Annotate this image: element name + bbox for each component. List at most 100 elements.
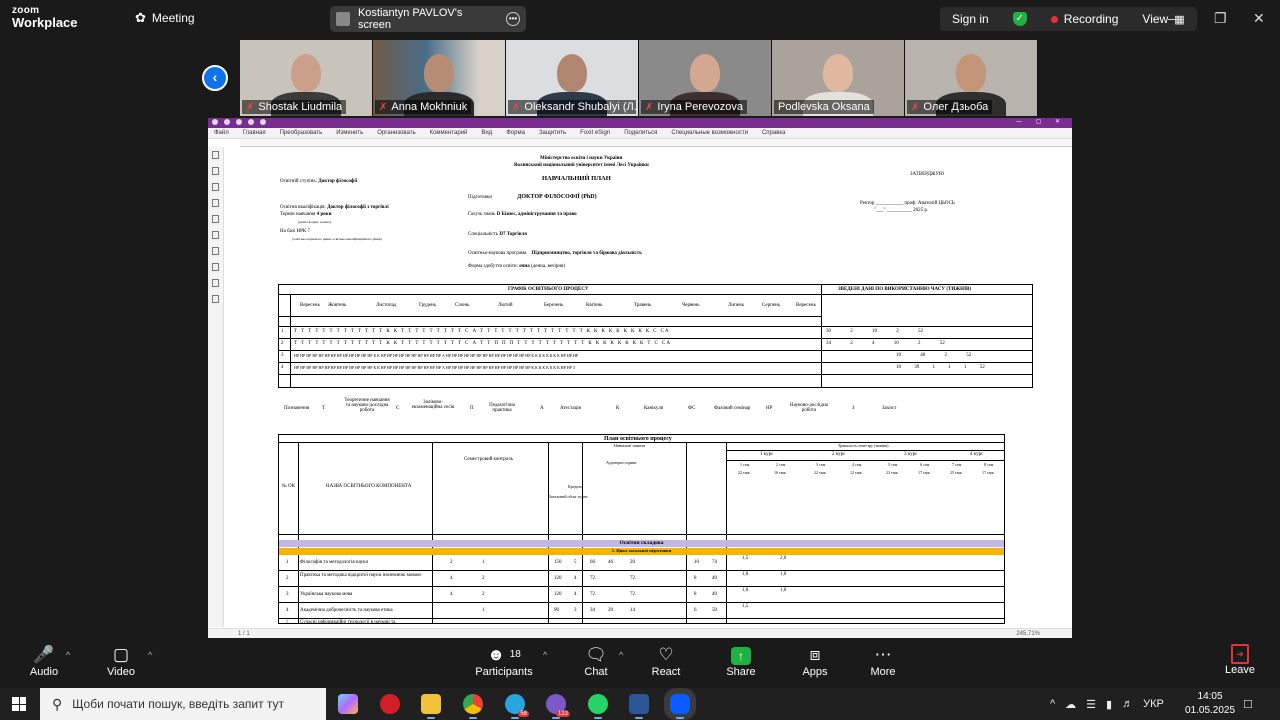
tray-overflow-icon[interactable]: ^ [1050, 698, 1055, 710]
chrome-icon[interactable] [463, 694, 483, 719]
menu-item[interactable]: Форма [506, 130, 525, 136]
zoom-app-icon[interactable] [670, 694, 690, 719]
close-icon[interactable]: ✕ [1253, 10, 1265, 27]
summary-value: 52 [918, 329, 923, 334]
copilot-icon[interactable] [338, 694, 358, 714]
taskbar-search[interactable]: ⚲ Щоби почати пошук, введіть запит тут [40, 688, 326, 720]
search-icon[interactable] [212, 247, 219, 255]
viber-badge: 123 [555, 711, 570, 717]
page-thumbnails-icon[interactable] [212, 167, 219, 175]
copy-icon[interactable] [212, 295, 219, 303]
signature-icon[interactable] [212, 279, 219, 287]
menu-item[interactable]: Комментарий [430, 130, 468, 136]
window-controls[interactable]: — ▢ ✕ [1016, 118, 1066, 125]
viber-icon[interactable]: 123 [546, 694, 570, 719]
apps-button[interactable]: ⧈ Apps [785, 644, 845, 678]
bookmark-icon[interactable] [212, 151, 219, 159]
layers-icon[interactable] [212, 215, 219, 223]
zoom-level[interactable]: 245,71% [1016, 631, 1040, 637]
telegram-icon[interactable]: 58 [505, 694, 529, 719]
share-button[interactable]: ↑ Share [711, 644, 771, 678]
attachments-icon[interactable] [212, 199, 219, 207]
video-camera-icon: ▢ [112, 645, 130, 664]
taskbar-clock[interactable]: 14:05 01.05.2025 [1185, 690, 1235, 718]
video-button[interactable]: ▢ Video [91, 644, 151, 678]
menu-item[interactable]: Организовать [377, 130, 415, 136]
participant-tile[interactable]: Podlevska Oksana [772, 40, 905, 116]
summary-value: 39 [914, 365, 920, 370]
audio-options-chevron-icon[interactable]: ^ [66, 650, 70, 660]
menu-item[interactable]: Поделиться [624, 130, 657, 136]
leave-button[interactable]: ➜ Leave [1220, 644, 1260, 676]
month-label: Квітень [586, 303, 603, 308]
menu-item[interactable]: Справка [762, 130, 786, 136]
sign-in-button[interactable]: Sign in [940, 7, 1001, 31]
heart-icon: ♡ [658, 645, 674, 664]
menu-item[interactable]: Вид [481, 130, 492, 136]
participant-tile[interactable]: ✗ Shostak Liudmila [240, 40, 373, 116]
weeks-head: 16 тиж. [774, 470, 787, 475]
more-label: More [870, 666, 896, 678]
chat-options-chevron-icon[interactable]: ^ [619, 650, 623, 660]
link-icon[interactable] [212, 231, 219, 239]
restore-icon[interactable]: ❐ [1214, 10, 1227, 27]
plan-row-name: Українська наукова мова [300, 592, 353, 597]
summary-value: 2 [896, 329, 899, 334]
summary-value: 52 [979, 365, 985, 370]
participants-options-chevron-icon[interactable]: ^ [543, 650, 547, 660]
more-button[interactable]: ⋯ More [853, 644, 913, 678]
view-button[interactable]: View ▦ [1130, 7, 1196, 31]
page-indicator[interactable]: 1 / 1 [238, 631, 250, 637]
video-options-chevron-icon[interactable]: ^ [148, 650, 152, 660]
zoom-logo: zoom Workplace [12, 6, 78, 30]
participant-name: Oleksandr Shubalyi (Л... [524, 101, 636, 113]
wifi-icon[interactable]: ☰ [1086, 698, 1096, 711]
schedule-table [278, 284, 1033, 388]
plan-row-self: 40 [712, 592, 717, 597]
search-icon: ⚲ [52, 695, 63, 712]
meeting-tab[interactable]: ✿ Meeting [135, 10, 195, 26]
plan-row-credits: 3 [574, 608, 577, 613]
file-explorer-icon[interactable] [421, 694, 441, 719]
month-label: Лютий [498, 303, 513, 308]
participants-button[interactable]: ☻ 18 Participants [472, 644, 536, 678]
legend-code: П [470, 406, 474, 411]
recording-indicator[interactable]: Recording [1039, 7, 1131, 31]
menu-item[interactable]: Foxit eSign [580, 130, 610, 136]
menu-item[interactable]: Преобразовать [280, 130, 323, 136]
comments-icon[interactable] [212, 183, 219, 191]
menu-item[interactable]: Защитить [539, 130, 566, 136]
menu-item[interactable]: Главная [243, 130, 266, 136]
screen-share-pill[interactable]: Kostiantyn PAVLOV's screen ••• [330, 6, 526, 32]
language-indicator[interactable]: УКР [1143, 698, 1164, 710]
participant-tile[interactable]: ✗ Олег Дзьоба [905, 40, 1038, 116]
more-options-icon[interactable]: ••• [506, 12, 520, 26]
security-shield[interactable]: ✓ [1001, 7, 1039, 31]
minimize-icon[interactable]: — [1168, 10, 1182, 26]
security-icon[interactable] [212, 263, 219, 271]
participant-tile[interactable]: ✗ Anna Mokhniuk [373, 40, 506, 116]
windows-start-icon[interactable] [12, 697, 26, 711]
previous-page-button[interactable]: ‹ [202, 65, 228, 91]
menu-item[interactable]: Специальные возможности [671, 130, 748, 136]
quick-access-toolbar[interactable] [212, 119, 266, 125]
participant-tile[interactable]: ✗ Iryna Perevozova [639, 40, 772, 116]
clock-date: 01.05.2025 [1185, 705, 1236, 716]
volume-icon[interactable]: ♬ [1122, 698, 1133, 710]
notifications-icon[interactable]: □ [1244, 696, 1252, 711]
opera-icon[interactable] [380, 694, 400, 714]
word-icon[interactable] [629, 694, 649, 719]
network-icon[interactable]: ☁ [1065, 698, 1076, 711]
participant-tile[interactable]: ✗ Oleksandr Shubalyi (Л... [506, 40, 639, 116]
react-button[interactable]: ♡ React [636, 644, 696, 678]
battery-icon[interactable]: ▮ [1106, 698, 1112, 711]
summary-value: 1 [932, 365, 936, 370]
menu-item[interactable]: Файл [214, 130, 229, 136]
whatsapp-icon[interactable] [588, 694, 608, 719]
qualification-value: Доктор філософії з торгівлі [327, 205, 389, 210]
menu-item[interactable]: Изменить [336, 130, 363, 136]
chat-button[interactable]: 🗨 Chat [566, 644, 626, 678]
audio-button[interactable]: 🎤 Audio [14, 644, 74, 678]
month-label: Листопад [376, 303, 397, 308]
course-schedule: НР НР НР НР НР НР НР НР НР НР НР НР НР К… [294, 365, 575, 370]
